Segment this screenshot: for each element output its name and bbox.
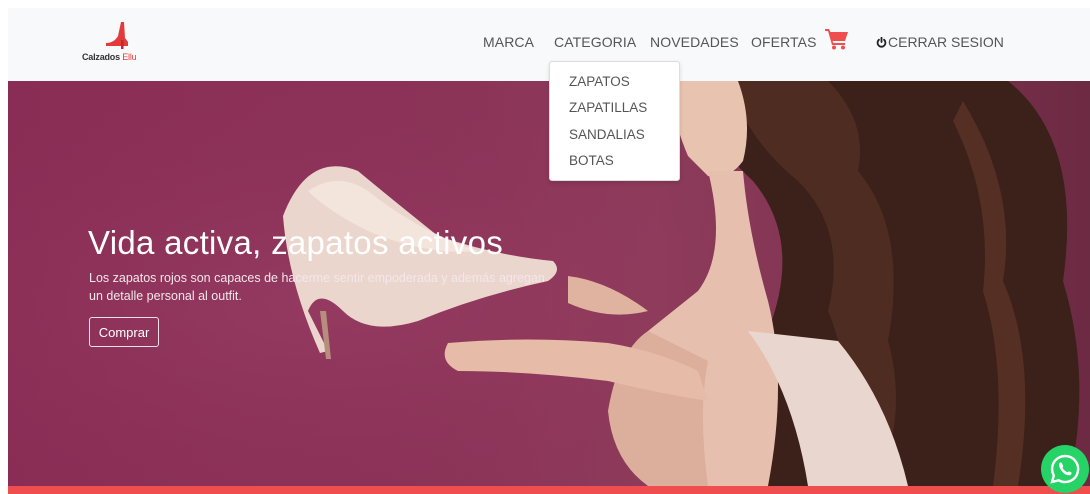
- nav-ofertas[interactable]: OFERTAS: [751, 34, 817, 50]
- nav-marca[interactable]: MARCA: [483, 34, 534, 50]
- brand-logo[interactable]: Calzados Ellu: [82, 20, 152, 64]
- logout-label: CERRAR SESION: [888, 34, 1004, 50]
- footer-strip: [8, 486, 1090, 494]
- nav-novedades[interactable]: NOVEDADES: [650, 34, 739, 50]
- dropdown-item-zapatillas[interactable]: ZAPATILLAS: [569, 100, 647, 115]
- buy-button[interactable]: Comprar: [89, 317, 159, 347]
- category-dropdown: ZAPATOS ZAPATILLAS SANDALIAS BOTAS: [549, 61, 680, 181]
- logout-button[interactable]: CERRAR SESION: [876, 34, 1004, 50]
- brand-name: Calzados Ellu: [82, 52, 137, 62]
- hero-title: Vida activa, zapatos activos: [88, 224, 504, 261]
- dropdown-item-zapatos[interactable]: ZAPATOS: [569, 74, 630, 89]
- dropdown-item-sandalias[interactable]: SANDALIAS: [569, 127, 645, 142]
- cart-button[interactable]: [825, 28, 849, 50]
- power-icon: [876, 37, 887, 48]
- hero-description: Los zapatos rojos son capaces de hacerme…: [89, 271, 545, 303]
- shopping-cart-icon: [825, 29, 848, 50]
- dropdown-item-botas[interactable]: BOTAS: [569, 153, 614, 168]
- high-heel-icon: [106, 22, 128, 49]
- nav-categoria[interactable]: CATEGORIA: [554, 34, 636, 50]
- whatsapp-icon: [1050, 454, 1080, 484]
- page: Calzados Ellu MARCA CATEGORIA NOVEDADES …: [8, 8, 1090, 494]
- whatsapp-button[interactable]: [1041, 445, 1089, 493]
